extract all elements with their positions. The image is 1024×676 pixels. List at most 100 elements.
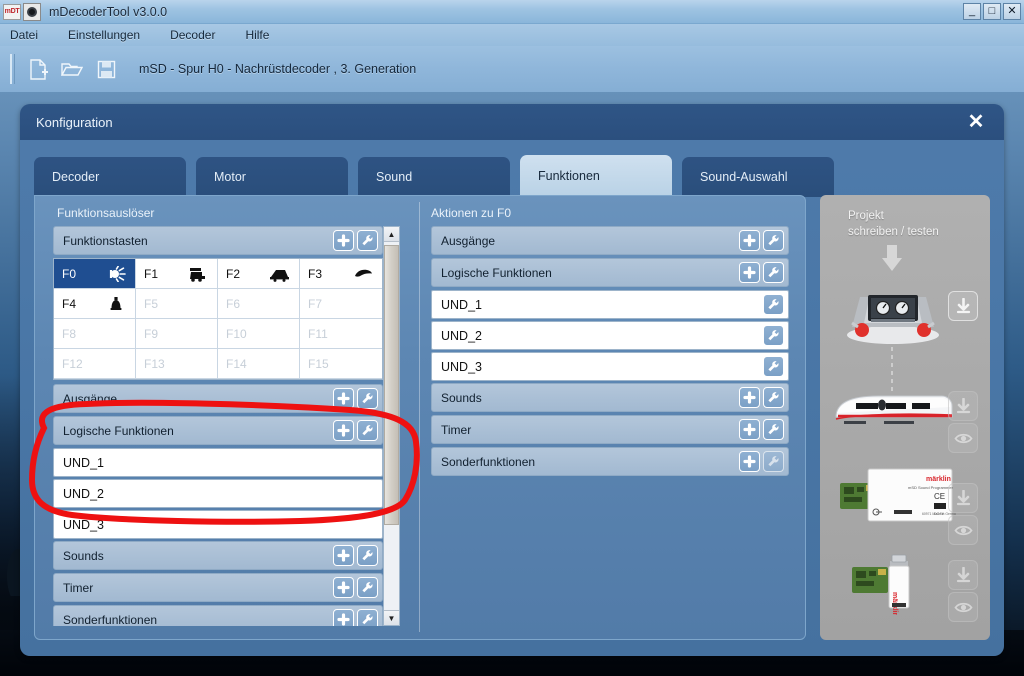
function-key-f10[interactable]: F10 [218, 319, 300, 349]
usb-stick-image: märklin [850, 553, 936, 615]
menu-item-datei[interactable]: Datei [10, 28, 38, 42]
save-disk-icon[interactable] [91, 54, 121, 84]
settings-wrench-icon[interactable] [763, 262, 784, 283]
add-button[interactable] [333, 230, 354, 251]
function-key-f15[interactable]: F15 [300, 349, 382, 379]
settings-wrench-icon[interactable] [763, 294, 784, 315]
scrollbar-thumb[interactable] [384, 245, 399, 525]
new-document-icon[interactable] [23, 54, 53, 84]
scroll-down-arrow-icon[interactable]: ▼ [384, 610, 399, 625]
minimize-button[interactable]: _ [963, 3, 981, 20]
right-section-logische-funktionen[interactable]: Logische Funktionen [431, 258, 789, 287]
funktionsausloeser-label: Funktionsauslöser [57, 206, 154, 220]
row-buttons [333, 609, 378, 626]
settings-wrench-icon[interactable] [763, 230, 784, 251]
section-label: Logische Funktionen [63, 424, 174, 438]
function-key-f3[interactable]: F3 [300, 259, 382, 289]
close-icon[interactable]: ✕ [966, 112, 986, 132]
tab-sound-auswahl[interactable]: Sound-Auswahl [682, 157, 834, 197]
settings-wrench-icon[interactable] [357, 230, 378, 251]
settings-wrench-icon[interactable] [763, 419, 784, 440]
menu-bar: Datei Einstellungen Decoder Hilfe [0, 24, 1024, 46]
settings-wrench-icon[interactable] [357, 577, 378, 598]
left-section-sonderfunktionen[interactable]: Sonderfunktionen [53, 605, 383, 626]
menu-item-einstellungen[interactable]: Einstellungen [68, 28, 140, 42]
list-item-label: UND_3 [63, 518, 104, 532]
right-item-und-3[interactable]: UND_3 [431, 352, 789, 381]
menu-item-decoder[interactable]: Decoder [170, 28, 215, 42]
function-key-f11[interactable]: F11 [300, 319, 382, 349]
settings-wrench-icon[interactable] [763, 451, 784, 472]
right-section-ausgaenge[interactable]: Ausgänge [431, 226, 789, 255]
read-from-usb-button[interactable] [948, 592, 978, 622]
left-list-scrollbar[interactable]: ▲ ▼ [383, 226, 400, 626]
left-section-timer[interactable]: Timer [53, 573, 383, 602]
function-key-f6[interactable]: F6 [218, 289, 300, 319]
add-button[interactable] [333, 388, 354, 409]
left-item-und-2[interactable]: UND_2 [53, 479, 383, 508]
menu-item-hilfe[interactable]: Hilfe [245, 28, 269, 42]
locomotive-icon [269, 265, 291, 283]
function-key-f0[interactable]: F0 [54, 259, 136, 289]
write-to-programmer-button[interactable] [948, 483, 978, 513]
function-key-f9[interactable]: F9 [136, 319, 218, 349]
right-section-timer[interactable]: Timer [431, 415, 789, 444]
settings-wrench-icon[interactable] [357, 609, 378, 626]
settings-wrench-icon[interactable] [763, 387, 784, 408]
settings-wrench-icon[interactable] [763, 325, 784, 346]
tab-sound[interactable]: Sound [358, 157, 510, 197]
right-section-sounds[interactable]: Sounds [431, 383, 789, 412]
settings-wrench-icon[interactable] [357, 388, 378, 409]
aktionen-list: Ausgänge Logische Funktionen [431, 226, 789, 626]
left-section-logische-funktionen[interactable]: Logische Funktionen [53, 416, 383, 445]
write-to-usb-button[interactable] [948, 560, 978, 590]
add-button[interactable] [333, 577, 354, 598]
add-button[interactable] [739, 230, 760, 251]
close-button[interactable]: ✕ [1003, 3, 1021, 20]
scroll-up-arrow-icon[interactable]: ▲ [384, 227, 399, 242]
row-buttons [739, 262, 784, 283]
function-key-f13[interactable]: F13 [136, 349, 218, 379]
settings-wrench-icon[interactable] [763, 356, 784, 377]
right-item-und-1[interactable]: UND_1 [431, 290, 789, 319]
function-key-label: F3 [308, 267, 322, 281]
section-funktionstasten[interactable]: Funktionstasten [53, 226, 383, 255]
settings-wrench-icon[interactable] [357, 545, 378, 566]
left-item-und-3[interactable]: UND_3 [53, 510, 383, 539]
settings-wrench-icon[interactable] [357, 420, 378, 441]
add-button[interactable] [333, 545, 354, 566]
add-button[interactable] [333, 609, 354, 626]
function-key-label: F1 [144, 267, 158, 281]
function-key-f2[interactable]: F2 [218, 259, 300, 289]
left-item-und-1[interactable]: UND_1 [53, 448, 383, 477]
function-key-f1[interactable]: F1 [136, 259, 218, 289]
function-key-f14[interactable]: F14 [218, 349, 300, 379]
tab-funktionen[interactable]: Funktionen [520, 155, 672, 197]
add-button[interactable] [739, 387, 760, 408]
left-section-ausgaenge[interactable]: Ausgänge [53, 384, 383, 413]
add-button[interactable] [739, 262, 760, 283]
title-bar[interactable]: mDT mDecoderTool v3.0.0 _ □ ✕ [0, 0, 1024, 24]
function-key-f12[interactable]: F12 [54, 349, 136, 379]
maximize-button[interactable]: □ [983, 3, 1001, 20]
function-key-f7[interactable]: F7 [300, 289, 382, 319]
function-key-label: F0 [62, 267, 76, 281]
write-to-central-station-button[interactable] [948, 291, 978, 321]
tab-decoder[interactable]: Decoder [34, 157, 186, 197]
right-section-sonderfunktionen[interactable]: Sonderfunktionen [431, 447, 789, 476]
read-from-locomotive-button[interactable] [948, 423, 978, 453]
left-section-sounds[interactable]: Sounds [53, 541, 383, 570]
add-button[interactable] [333, 420, 354, 441]
write-to-locomotive-button[interactable] [948, 391, 978, 421]
open-folder-icon[interactable] [57, 54, 87, 84]
function-key-f5[interactable]: F5 [136, 289, 218, 319]
toolbar-drag-handle[interactable] [10, 54, 15, 84]
add-button[interactable] [739, 419, 760, 440]
function-key-f8[interactable]: F8 [54, 319, 136, 349]
function-key-f4[interactable]: F4 [54, 289, 136, 319]
toolbar-decoder-label: mSD - Spur H0 - Nachrüstdecoder , 3. Gen… [139, 62, 416, 76]
tab-motor[interactable]: Motor [196, 157, 348, 197]
right-item-und-2[interactable]: UND_2 [431, 321, 789, 350]
add-button[interactable] [739, 451, 760, 472]
read-from-programmer-button[interactable] [948, 515, 978, 545]
